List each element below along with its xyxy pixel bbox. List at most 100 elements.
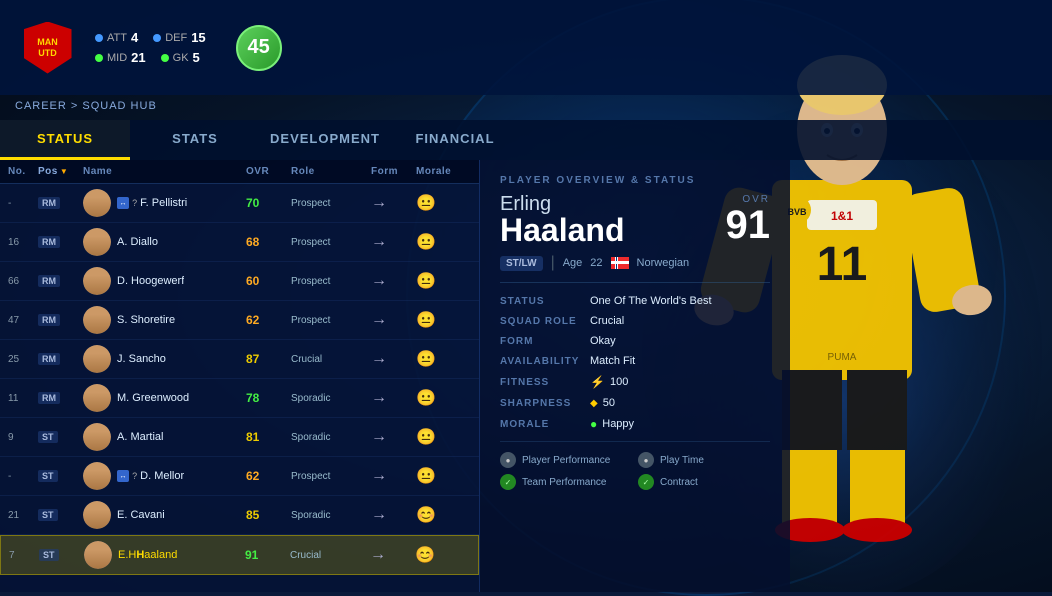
cell-ovr: 60 [246,274,291,288]
cell-pos: ST [39,549,84,561]
th-pos[interactable]: Pos ▼ [38,166,83,177]
cell-morale: 😊 [416,505,471,525]
cell-morale: 😐 [416,232,471,252]
overall-badge: 45 [236,25,282,71]
player-avatar [83,345,111,373]
player-row[interactable]: 16 RM A. Diallo 68 Prospect → 😐 [0,223,479,262]
player-row[interactable]: 9 ST A. Martial 81 Sporadic → 😐 [0,418,479,457]
tab-development[interactable]: DEVELOPMENT [260,120,390,160]
overview-panel: PLAYER OVERVIEW & STATUS Erling Haaland … [480,160,790,592]
cell-no: - [8,198,38,209]
gk-label: GK [173,52,189,64]
status-key: STATUS [500,296,590,307]
player-name-block: Erling Haaland [500,194,624,246]
transfer-icon: ↔ [117,470,129,482]
th-ovr: OVR [246,166,291,177]
cell-name: S. Shoretire [83,306,246,334]
cell-form: → [370,546,415,564]
cell-no: 7 [9,550,39,561]
def-label: DEF [165,32,187,44]
header-stats: ATT 4 DEF 15 MID 21 GK 5 [95,30,206,65]
cell-no: 66 [8,276,38,287]
cell-morale: 😊 [415,545,470,565]
mid-label: MID [107,52,127,64]
cell-name: E.HHaaland [84,541,245,569]
cell-form: → [371,428,416,446]
player-first-name: Erling [500,194,624,214]
cell-pos: ST [38,431,83,443]
tab-financial[interactable]: FINANCIAL [390,120,520,160]
tab-stats[interactable]: STATS [130,120,260,160]
cell-form: → [371,194,416,212]
cell-pos: RM [38,314,83,326]
squad-role-value: Crucial [590,315,770,327]
cell-no: 9 [8,432,38,443]
morale-value: ● Happy [590,417,770,431]
cell-name: A. Diallo [83,228,246,256]
manchester-united-badge: MANUTD [24,22,72,74]
th-form: Form [371,166,416,177]
cell-ovr: 68 [246,235,291,249]
form-line: FORM Okay [500,335,770,347]
player-row[interactable]: - RM ↔ ? F. Pellistri 70 Prospect → 😐 [0,184,479,223]
cell-role: Prospect [291,315,371,326]
cell-no: 47 [8,315,38,326]
club-badge: MANUTD [20,20,75,75]
cell-role: Crucial [290,550,370,561]
fitness-value: ⚡ 100 [590,375,770,389]
cell-name: ↔ ? D. Mellor [83,462,246,490]
player-avatar [83,228,111,256]
cell-role: Crucial [291,354,371,365]
sharpness-line: SHARPNESS ◆ 50 [500,397,770,409]
player-row[interactable]: 21 ST E. Cavani 85 Sporadic → 😊 [0,496,479,535]
cell-name: D. Hoogewerf [83,267,246,295]
att-stat: ATT 4 [95,30,138,45]
player-table[interactable]: No. Pos ▼ Name OVR Role Form Morale - RM… [0,160,480,592]
player-row[interactable]: 47 RM S. Shoretire 62 Prospect → 😐 [0,301,479,340]
cell-role: Prospect [291,237,371,248]
cell-no: - [8,471,38,482]
cell-role: Prospect [291,276,371,287]
cell-pos: ST [38,470,83,482]
cell-morale: 😐 [416,271,471,291]
norway-flag-icon [611,257,629,269]
tab-status[interactable]: STATUS [0,120,130,160]
header: MANUTD ATT 4 DEF 15 MID 21 GK [0,0,1052,95]
cell-form: → [371,389,416,407]
cell-no: 21 [8,510,38,521]
contract-icon: ✓ [638,474,654,490]
cell-name: J. Sancho [83,345,246,373]
status-line: STATUS One Of The World's Best [500,295,770,307]
badge-team-performance: ✓ Team Performance [500,474,632,490]
transfer-icon: ↔ [117,197,129,209]
cell-role: Sporadic [291,393,371,404]
mid-dot [95,54,103,62]
cell-role: Sporadic [291,510,371,521]
cell-form: → [371,311,416,329]
player-row[interactable]: - ST ↔ ? D. Mellor 62 Prospect → 😐 [0,457,479,496]
cell-form: → [371,467,416,485]
th-role: Role [291,166,371,177]
player-row[interactable]: 11 RM M. Greenwood 78 Sporadic → 😐 [0,379,479,418]
th-name: Name [83,166,246,177]
cell-form: → [371,506,416,524]
cell-morale: 😐 [416,388,471,408]
def-value: 15 [191,30,205,45]
cell-morale: 😐 [416,310,471,330]
cell-ovr: 81 [246,430,291,444]
cell-no: 25 [8,354,38,365]
player-avatar [83,267,111,295]
position-badge: ST/LW [500,256,543,271]
form-value: Okay [590,335,770,347]
lightning-icon: ⚡ [590,375,605,389]
player-row[interactable]: 25 RM J. Sancho 87 Crucial → 😐 [0,340,479,379]
cell-pos: RM [38,275,83,287]
player-avatar [83,306,111,334]
nationality: Norwegian [637,257,690,269]
player-row[interactable]: 66 RM D. Hoogewerf 60 Prospect → 😐 [0,262,479,301]
morale-icon: ● [590,417,597,431]
cell-name: ↔ ? F. Pellistri [83,189,246,217]
att-label: ATT [107,32,127,44]
player-row[interactable]: 7 ST E.HHaaland 91 Crucial → 😊 [0,535,479,575]
diamond-icon: ◆ [590,398,598,409]
